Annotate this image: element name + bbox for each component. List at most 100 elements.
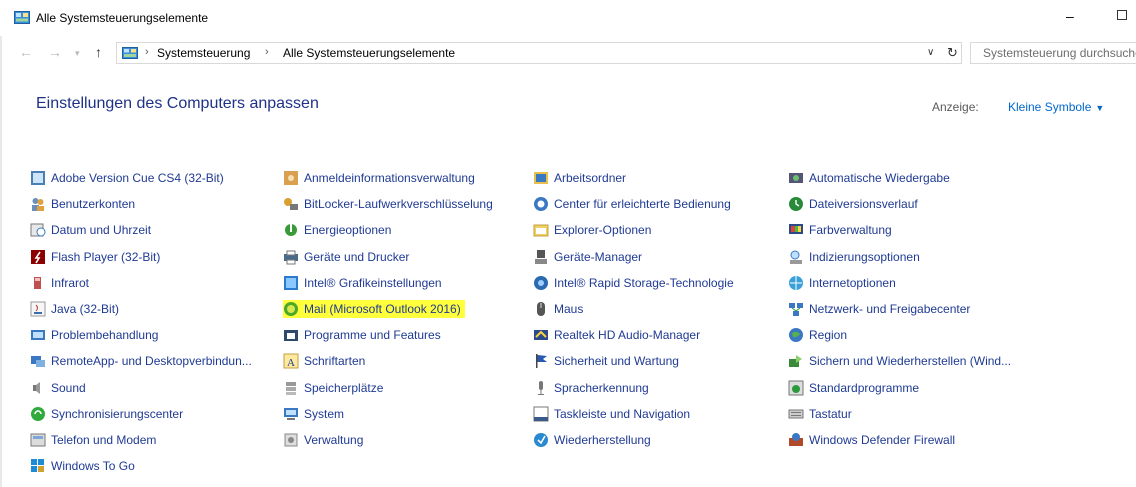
control-panel-item[interactable]: Mail (Microsoft Outlook 2016) <box>283 300 465 318</box>
control-panel-item[interactable]: Arbeitsordner <box>533 169 626 187</box>
control-panel-item[interactable]: Geräte-Manager <box>533 248 642 266</box>
control-panel-icon <box>14 11 30 24</box>
control-panel-item[interactable]: Sound <box>30 379 86 397</box>
control-panel-item[interactable]: Sichern und Wiederherstellen (Wind... <box>788 352 1011 370</box>
device-manager-icon <box>535 250 547 264</box>
control-panel-item[interactable]: Windows Defender Firewall <box>788 431 955 449</box>
item-label: Internetoptionen <box>809 276 896 290</box>
control-panel-item[interactable]: Windows To Go <box>30 457 135 475</box>
control-panel-item[interactable]: Explorer-Optionen <box>533 221 651 239</box>
control-panel-item[interactable]: Programme und Features <box>283 326 441 344</box>
clock-icon <box>30 223 46 237</box>
item-label: RemoteApp- und Desktopverbindun... <box>51 354 252 368</box>
item-label: Speicherplätze <box>304 381 384 395</box>
control-panel-item[interactable]: Geräte und Drucker <box>283 248 409 266</box>
control-panel-item[interactable]: Synchronisierungscenter <box>30 405 183 423</box>
item-label: Dateiversionsverlauf <box>809 197 918 211</box>
item-label: Sicherheit und Wartung <box>554 354 679 368</box>
breadcrumb-current[interactable]: Alle Systemsteuerungselemente <box>283 46 455 60</box>
item-label: Windows Defender Firewall <box>809 433 956 447</box>
minimize-button[interactable]: – <box>1066 8 1082 24</box>
forward-arrow-icon[interactable]: → <box>48 44 62 60</box>
backup-icon <box>789 355 802 367</box>
control-panel-item[interactable]: System <box>283 405 344 423</box>
control-panel-item[interactable]: Taskleiste und Navigation <box>533 405 690 423</box>
system-icon <box>284 408 298 420</box>
item-label: Intel® Grafikeinstellungen <box>304 276 442 290</box>
control-panel-item[interactable]: Verwaltung <box>283 431 363 449</box>
control-panel-item[interactable]: Speicherplätze <box>283 379 383 397</box>
network-icon <box>789 303 803 316</box>
search-placeholder: Systemsteuerung durchsuchen <box>983 46 1136 60</box>
up-arrow-icon[interactable]: ↑ <box>95 44 102 60</box>
item-label: Mail (Microsoft Outlook 2016) <box>304 302 461 316</box>
control-panel-item[interactable]: Farbverwaltung <box>788 221 892 239</box>
control-panel-item[interactable]: Spracherkennung <box>533 379 649 397</box>
breadcrumb-systemsteuerung[interactable]: Systemsteuerung <box>157 46 250 60</box>
mail-icon <box>284 302 298 316</box>
recent-locations-chevron-icon[interactable]: ▾ <box>75 48 80 59</box>
control-panel-item[interactable]: Maus <box>533 300 583 318</box>
control-panel-item[interactable]: Tastatur <box>788 405 852 423</box>
recovery-icon <box>534 433 548 447</box>
troubleshoot-icon <box>31 330 45 340</box>
region-icon <box>789 328 803 342</box>
control-panel-item[interactable]: Flash Player (32-Bit) <box>30 248 160 266</box>
control-panel-item[interactable]: Netzwerk- und Freigabecenter <box>788 300 970 318</box>
control-panel-item[interactable]: Standardprogramme <box>788 379 919 397</box>
control-panel-item[interactable]: Internetoptionen <box>788 274 896 292</box>
address-dropdown-icon[interactable]: ∨ <box>927 47 934 58</box>
accessibility-icon <box>534 197 548 211</box>
control-panel-item[interactable]: Datum und Uhrzeit <box>30 221 151 239</box>
back-arrow-icon[interactable]: ← <box>19 44 33 60</box>
item-label: Farbverwaltung <box>809 223 892 237</box>
search-input[interactable]: Systemsteuerung durchsuchen <box>970 42 1136 64</box>
control-panel-item[interactable]: Wiederherstellung <box>533 431 651 449</box>
address-bar[interactable]: › Systemsteuerung › Alle Systemsteuerung… <box>116 42 962 64</box>
item-label: Adobe Version Cue CS4 (32-Bit) <box>51 171 224 185</box>
view-selector[interactable]: Kleine Symbole ▼ <box>1008 100 1104 114</box>
control-panel-item[interactable]: Realtek HD Audio-Manager <box>533 326 700 344</box>
realtek-icon <box>534 330 548 340</box>
control-panel-item[interactable]: Dateiversionsverlauf <box>788 195 918 213</box>
control-panel-item[interactable]: Automatische Wiedergabe <box>788 169 950 187</box>
microphone-icon <box>538 381 544 395</box>
control-panel-item[interactable]: Benutzerkonten <box>30 195 135 213</box>
breadcrumb-chevron-icon[interactable]: › <box>265 46 269 58</box>
control-panel-item[interactable]: Center für erleichterte Bedienung <box>533 195 731 213</box>
svg-text:A: A <box>287 357 295 369</box>
control-panel-item[interactable]: BitLocker-Laufwerkverschlüsselung <box>283 195 493 213</box>
item-label: Maus <box>554 302 584 316</box>
control-panel-item[interactable]: Sicherheit und Wartung <box>533 352 679 370</box>
maximize-button[interactable] <box>1117 10 1127 20</box>
refresh-icon[interactable]: ↻ <box>947 45 958 61</box>
keyboard-icon <box>788 409 804 419</box>
breadcrumb-chevron-icon[interactable]: › <box>145 46 149 58</box>
control-panel-item[interactable]: Region <box>788 326 847 344</box>
control-panel-item[interactable]: Energieoptionen <box>283 221 391 239</box>
item-label: Anmeldeinformationsverwaltung <box>304 171 475 185</box>
control-panel-item[interactable]: Indizierungsoptionen <box>788 248 920 266</box>
item-label: Explorer-Optionen <box>554 223 652 237</box>
control-panel-item[interactable]: RemoteApp- und Desktopverbindun... <box>30 352 252 370</box>
firewall-icon <box>789 433 803 446</box>
item-label: Java (32-Bit) <box>51 302 120 316</box>
item-label: Taskleiste und Navigation <box>554 407 691 421</box>
control-panel-item[interactable]: Problembehandlung <box>30 326 158 344</box>
control-panel-item[interactable]: Intel® Rapid Storage-Technologie <box>533 274 734 292</box>
control-panel-item[interactable]: A Schriftarten <box>283 352 365 370</box>
control-panel-item[interactable]: Java (32-Bit) <box>30 300 119 318</box>
control-panel-item[interactable]: Infrarot <box>30 274 89 292</box>
item-label: Netzwerk- und Freigabecenter <box>809 302 971 316</box>
control-panel-item[interactable]: Telefon und Modem <box>30 431 156 449</box>
autoplay-icon <box>789 173 803 183</box>
item-label: Programme und Features <box>304 328 441 342</box>
indexing-icon <box>790 250 802 264</box>
control-panel-item[interactable]: Adobe Version Cue CS4 (32-Bit) <box>30 169 224 187</box>
item-label: Sichern und Wiederherstellen (Wind... <box>809 354 1012 368</box>
item-label: Center für erleichterte Bedienung <box>554 197 731 211</box>
item-label: Wiederherstellung <box>554 433 651 447</box>
left-border <box>0 36 2 487</box>
control-panel-item[interactable]: Intel® Grafikeinstellungen <box>283 274 442 292</box>
control-panel-item[interactable]: Anmeldeinformationsverwaltung <box>283 169 475 187</box>
